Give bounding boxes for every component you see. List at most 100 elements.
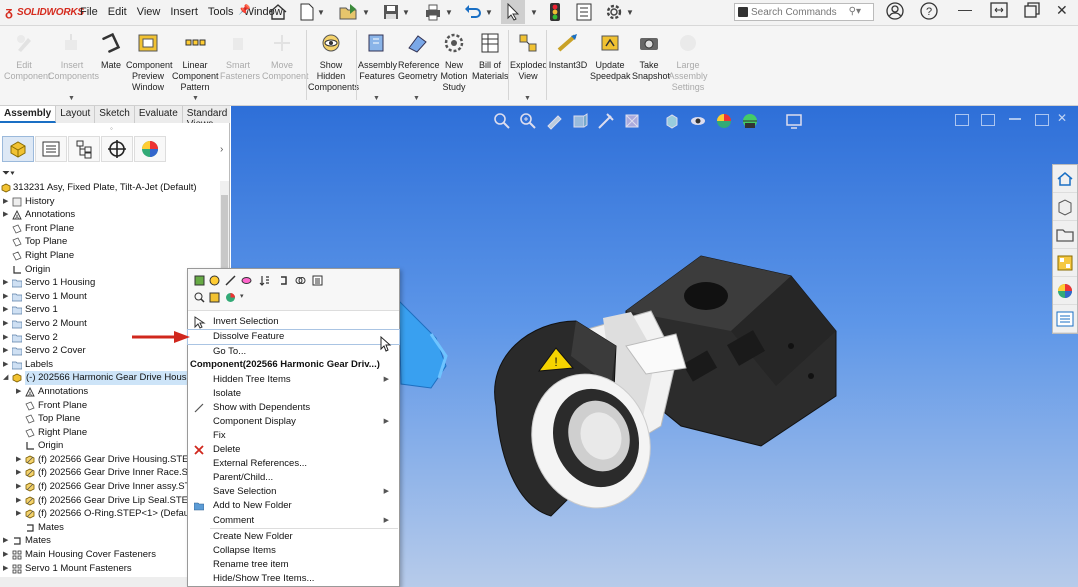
tree-item[interactable]: Top Plane: [0, 235, 220, 249]
menu-item-dissolve-feature[interactable]: Dissolve Feature: [187, 329, 400, 345]
appearances-tab[interactable]: [1053, 277, 1077, 305]
help-icon[interactable]: ?: [920, 2, 938, 23]
panel-grip-icon[interactable]: ◦: [110, 124, 113, 133]
menu-item-parent-child[interactable]: Parent/Child...: [188, 471, 399, 485]
menu-item-invert-selection[interactable]: Invert Selection: [188, 315, 399, 329]
component-properties-icon[interactable]: [312, 275, 323, 286]
menu-item-hide-show-tree-items[interactable]: Hide/Show Tree Items...: [188, 572, 399, 586]
menu-item-delete[interactable]: Delete: [188, 443, 399, 457]
appearance-icon[interactable]: [225, 292, 236, 303]
design-library-tab[interactable]: [1053, 193, 1077, 221]
ribbon-reference-geometry-button[interactable]: Reference Geometry: [398, 32, 440, 82]
expand-icon[interactable]: ▶: [16, 480, 21, 494]
mate-icon[interactable]: [278, 275, 289, 286]
expand-icon[interactable]: ▶: [3, 358, 8, 372]
ribbon-assembly-features-button[interactable]: Assembly Features: [358, 32, 397, 82]
menu-edit[interactable]: Edit: [108, 6, 127, 18]
expand-icon[interactable]: ▶: [16, 507, 21, 521]
expand-icon[interactable]: ▶: [16, 466, 21, 480]
ribbon-dropdown-icon[interactable]: ▼: [373, 95, 380, 102]
restore-icon[interactable]: [990, 2, 1008, 21]
menu-item-go-to[interactable]: Go To...: [188, 345, 399, 359]
display-manager-tab[interactable]: [134, 136, 166, 162]
ribbon-large-assembly-settings-button[interactable]: Large Assembly Settings: [668, 32, 708, 93]
expand-icon[interactable]: ▶: [16, 385, 21, 399]
menu-item-fix[interactable]: Fix: [188, 429, 399, 443]
menu-view[interactable]: View: [137, 6, 161, 18]
chevron-right-icon[interactable]: ›: [220, 144, 223, 155]
ribbon-update-speedpak-button[interactable]: Update Speedpak: [590, 32, 631, 82]
open-button[interactable]: ▼: [334, 0, 374, 24]
expand-icon[interactable]: ▶: [16, 494, 21, 508]
ribbon-take-snapshot-button[interactable]: Take Snapshot: [632, 32, 670, 82]
ribbon-dropdown-icon[interactable]: ▼: [192, 95, 199, 102]
expand-icon[interactable]: ▶: [3, 534, 8, 548]
ribbon-new-motion-study-button[interactable]: New Motion Study: [438, 32, 470, 93]
property-manager-tab[interactable]: [35, 136, 67, 162]
filter-icon[interactable]: ⏷▾: [2, 168, 15, 179]
menu-insert[interactable]: Insert: [170, 6, 198, 18]
ribbon-exploded-view-button[interactable]: Exploded View: [510, 32, 548, 82]
ribbon-show-hidden-components-button[interactable]: Show Hidden Components: [308, 32, 359, 93]
menu-item-rename-tree-item[interactable]: Rename tree item: [188, 558, 399, 572]
expand-icon[interactable]: ▶: [3, 344, 8, 358]
select-dropdown[interactable]: ▼: [527, 0, 539, 24]
search-input[interactable]: Search Commands: [751, 7, 837, 18]
search-commands[interactable]: Search Commands ⚲▾: [734, 3, 874, 21]
menu-tools[interactable]: Tools: [208, 6, 234, 18]
view-palette-tab[interactable]: [1053, 249, 1077, 277]
file-explorer-tab[interactable]: [1053, 221, 1077, 249]
expand-icon[interactable]: ▶: [3, 195, 8, 209]
expand-icon[interactable]: ▶: [3, 290, 8, 304]
menu-item-isolate[interactable]: Isolate: [188, 387, 399, 401]
pin-icon[interactable]: 📌: [238, 5, 250, 16]
ribbon-instant3d-button[interactable]: Instant3D: [548, 32, 588, 71]
menu-item-save-selection[interactable]: Save Selection ▶: [188, 485, 399, 499]
tab-standard-views[interactable]: Standard Views: [183, 106, 233, 130]
ribbon-dropdown-icon[interactable]: ▼: [68, 95, 75, 102]
tab-evaluate[interactable]: Evaluate: [135, 106, 183, 123]
menu-item-add-to-new-folder[interactable]: Add to New Folder: [188, 499, 399, 513]
configuration-manager-tab[interactable]: [68, 136, 100, 162]
minimize-icon[interactable]: —: [958, 1, 972, 17]
tab-sketch[interactable]: Sketch: [95, 106, 135, 123]
ribbon-smart-fasteners-button[interactable]: Smart Fasteners: [220, 32, 260, 82]
ribbon-dropdown-icon[interactable]: ▼: [413, 95, 420, 102]
open-part-icon[interactable]: [194, 275, 205, 286]
tab-layout[interactable]: Layout: [56, 106, 96, 123]
account-icon[interactable]: [886, 2, 904, 23]
expand-icon[interactable]: ▶: [16, 453, 21, 467]
appearance-dropdown[interactable]: ▾: [240, 292, 244, 300]
menu-item-show-with-dependents[interactable]: Show with Dependents: [188, 401, 399, 415]
select-tool-button[interactable]: [501, 0, 525, 24]
solidworks-resources-tab[interactable]: [1053, 165, 1077, 193]
ribbon-linear-component-pattern-button[interactable]: Linear Component Pattern: [172, 32, 219, 93]
expand-icon[interactable]: ▶: [3, 276, 8, 290]
menu-item-component-display[interactable]: Component Display ▶: [188, 415, 399, 429]
home-button[interactable]: [266, 0, 290, 24]
undo-button[interactable]: ▼: [460, 0, 496, 24]
menu-item-create-new-folder[interactable]: Create New Folder: [188, 530, 399, 544]
menu-item-collapse-items[interactable]: Collapse Items: [188, 544, 399, 558]
expand-icon[interactable]: ▶: [3, 303, 8, 317]
menu-item-hidden-tree-items[interactable]: Hidden Tree Items ▶: [188, 373, 399, 387]
print-button[interactable]: ▼: [420, 0, 456, 24]
search-icon[interactable]: ⚲▾: [849, 6, 861, 17]
maximize-icon[interactable]: [1024, 2, 1040, 21]
expand-icon[interactable]: ▶: [3, 317, 8, 331]
expand-icon[interactable]: ▶: [3, 208, 8, 222]
ribbon-edit-component-button[interactable]: Edit Component: [4, 32, 51, 82]
menu-item-comment[interactable]: Comment ▶: [188, 514, 399, 528]
tab-assembly[interactable]: Assembly: [0, 106, 57, 123]
dimxpert-manager-tab[interactable]: [101, 136, 133, 162]
ribbon-dropdown-icon[interactable]: ▼: [524, 95, 531, 102]
ribbon-insert-components-button[interactable]: Insert Components: [48, 32, 99, 82]
hide-components-icon[interactable]: [225, 275, 236, 286]
tree-item[interactable]: ▶ A Annotations: [0, 208, 220, 222]
save-button[interactable]: ▼: [378, 0, 414, 24]
custom-properties-tab[interactable]: [1053, 305, 1077, 333]
open-subassembly-icon[interactable]: [209, 292, 220, 303]
rebuild-order-icon[interactable]: [259, 275, 270, 286]
expand-icon[interactable]: ▶: [3, 331, 8, 345]
tree-item[interactable]: Front Plane: [0, 222, 220, 236]
